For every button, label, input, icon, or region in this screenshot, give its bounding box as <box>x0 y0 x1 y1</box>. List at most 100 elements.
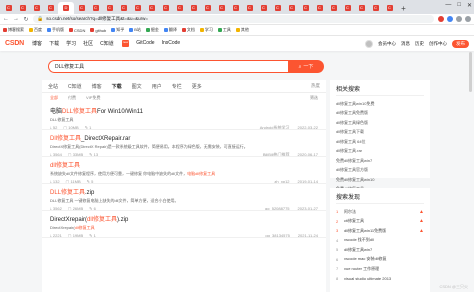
minimize-button[interactable]: — <box>445 2 451 9</box>
result-title[interactable]: DLL修复工具.zip <box>50 187 318 196</box>
result-author[interactable]: qq_38134575 <box>224 233 289 237</box>
header-link[interactable]: 创作中心 <box>429 41 447 47</box>
browser-tab[interactable]: C <box>285 2 298 14</box>
discover-item[interactable]: 8 visual studio ultimate 2013 <box>336 274 424 284</box>
site-nav-item[interactable]: C知道 <box>100 40 114 47</box>
browser-tab[interactable]: C <box>2 2 15 14</box>
result-item[interactable]: 电脑DLL修复工具For Win10/Win11 DLL修复工具 ⤓ 52 ▢ 10M… <box>42 103 326 130</box>
tab-1[interactable]: C知道 <box>68 83 82 90</box>
bookmark-item[interactable]: 文档 <box>181 27 195 33</box>
browser-tab[interactable]: C <box>257 2 270 14</box>
scrollbar[interactable] <box>469 52 472 92</box>
discover-item[interactable]: 2 cti修复工具 ▲ <box>336 217 424 227</box>
related-item[interactable]: 免费dll修复工具win10 <box>336 175 424 185</box>
browser-tab[interactable]: C <box>173 2 186 14</box>
search-input[interactable]: DLL修复工具 <box>48 60 288 73</box>
extension-icon[interactable] <box>456 16 462 22</box>
bookmark-item[interactable]: 博客搜索 <box>3 27 24 33</box>
browser-tab[interactable]: C <box>16 2 29 14</box>
browser-tab[interactable]: C <box>327 2 340 14</box>
browser-tab[interactable]: C <box>341 2 354 14</box>
bookmark-item[interactable]: 其他 <box>235 27 249 33</box>
bookmark-item[interactable]: 翻译 <box>163 27 177 33</box>
related-item[interactable]: dll修复工具官方版 <box>336 166 424 176</box>
subtab-0[interactable]: 全部 <box>50 95 58 101</box>
related-item[interactable]: dll修复工具绿色版 <box>336 118 424 128</box>
header-link[interactable]: 历史 <box>415 41 424 47</box>
discover-item[interactable]: 5 dll修复工具win7 <box>336 245 424 255</box>
avatar[interactable] <box>365 39 373 48</box>
search-button[interactable]: ⌕ 一下 <box>288 60 324 73</box>
subtab-2[interactable]: VIP免费 <box>86 95 100 101</box>
browser-tab[interactable]: C <box>187 2 200 14</box>
bookmark-item[interactable]: github <box>90 28 106 33</box>
discover-item[interactable]: 7 vue router 工作原理 <box>336 264 424 274</box>
bookmark-item[interactable]: 学习 <box>199 27 213 33</box>
browser-tab[interactable]: C <box>30 2 43 14</box>
browser-tab[interactable]: C <box>271 2 284 14</box>
bookmark-item[interactable]: 百度 <box>29 27 42 33</box>
site-nav-item[interactable]: 社区 <box>83 40 93 47</box>
result-title[interactable]: DirectXrepair(dll修复工具).zip <box>50 214 318 223</box>
result-title[interactable]: Dll修复工具_DirectXRepair.rar <box>50 133 318 142</box>
browser-tab[interactable]: C <box>145 2 158 14</box>
result-item[interactable]: dll修复工具 系统缺失dll文件修复程序，使用方便可靠，一键修复 你电脑中缺失的… <box>42 157 326 184</box>
site-nav-item[interactable]: 学习 <box>66 40 76 47</box>
tab-7[interactable]: 更多 <box>192 83 202 90</box>
discover-item[interactable]: 1 阿尔法 ▲ <box>336 207 424 217</box>
browser-tab[interactable]: C <box>229 2 242 14</box>
bookmark-item[interactable]: 掘金 <box>145 27 159 33</box>
tab-0[interactable]: 全站 <box>48 83 58 90</box>
related-item[interactable]: 免费dll修复工具win7 <box>336 156 424 166</box>
discover-item[interactable]: 3 dll修复工具win11免费版 ▲ <box>336 226 424 236</box>
forward-icon[interactable]: → <box>13 16 19 22</box>
tab-3[interactable]: 下载 <box>112 83 122 90</box>
extension-icon[interactable] <box>438 16 444 22</box>
reload-icon[interactable]: ↻ <box>23 16 29 23</box>
browser-tab[interactable]: C <box>131 2 144 14</box>
bookmark-item[interactable]: B站 <box>129 27 141 33</box>
result-item[interactable]: DirectXrepair(dll修复工具).zip DirectXrepair(… <box>42 211 326 238</box>
browser-tab[interactable]: C <box>75 2 88 14</box>
maximize-button[interactable]: □ <box>457 2 461 9</box>
related-item[interactable]: dll修复工具免费版 <box>336 109 424 119</box>
result-item[interactable]: Dll修复工具_DirectXRepair.rar DirectX修复工具(Dir… <box>42 130 326 157</box>
bookmark-item[interactable]: 知乎 <box>111 27 124 33</box>
header-link[interactable]: 消息 <box>401 41 410 47</box>
site-nav-item[interactable]: 下载 <box>49 40 59 47</box>
subtab-1[interactable]: 付费 <box>68 95 76 101</box>
tab-6[interactable]: 专栏 <box>172 83 182 90</box>
related-item[interactable]: dll修复工具下载 <box>336 128 424 138</box>
related-item[interactable]: dll修复工具.rar <box>336 147 424 157</box>
site-nav-item[interactable]: 博客 <box>32 40 42 47</box>
browser-tab[interactable]: C <box>117 2 130 14</box>
result-title[interactable]: 电脑DLL修复工具For Win10/Win11 <box>50 106 318 115</box>
tab-4[interactable]: 图文 <box>132 83 142 90</box>
url-input[interactable]: 🔒 so.csdn.net/so/search?q=dll修复工具&t=&u=&… <box>33 15 434 23</box>
bookmark-item[interactable]: 手机版 <box>47 27 64 33</box>
site-nav-item[interactable]: GitCode <box>136 40 154 47</box>
browser-tab[interactable]: C <box>201 2 214 14</box>
browser-tab[interactable]: C <box>243 2 256 14</box>
close-button[interactable]: ✕ <box>467 2 472 9</box>
browser-tab[interactable]: C <box>215 2 228 14</box>
browser-tab[interactable]: C <box>313 2 326 14</box>
related-item[interactable]: dll修复工具win10免费 <box>336 99 424 109</box>
csdn-logo[interactable]: CSDN <box>5 40 24 47</box>
filter-button[interactable]: 筛选 <box>310 95 318 101</box>
browser-tab[interactable]: C <box>159 2 172 14</box>
bookmark-item[interactable]: CSDN <box>69 28 85 33</box>
browser-tab[interactable]: D <box>58 2 74 14</box>
new-tab-button[interactable]: + <box>397 2 410 14</box>
browser-tab[interactable]: C <box>103 2 116 14</box>
result-item[interactable]: DLL修复工具.zip DLL修复工具 一键修复电脑上缺失的dll文件，简单方便，… <box>42 184 326 211</box>
browser-tab[interactable]: C <box>89 2 102 14</box>
header-link[interactable]: 会员中心 <box>378 41 396 47</box>
tab-5[interactable]: 用户 <box>152 83 162 90</box>
bookmark-item[interactable]: 工具 <box>217 27 231 33</box>
site-nav-item[interactable]: InsCode <box>162 40 181 47</box>
sort-select[interactable]: 热度 <box>311 83 320 89</box>
browser-tab[interactable]: C <box>299 2 312 14</box>
browser-tab[interactable]: C <box>355 2 368 14</box>
browser-tab[interactable]: C <box>383 2 396 14</box>
